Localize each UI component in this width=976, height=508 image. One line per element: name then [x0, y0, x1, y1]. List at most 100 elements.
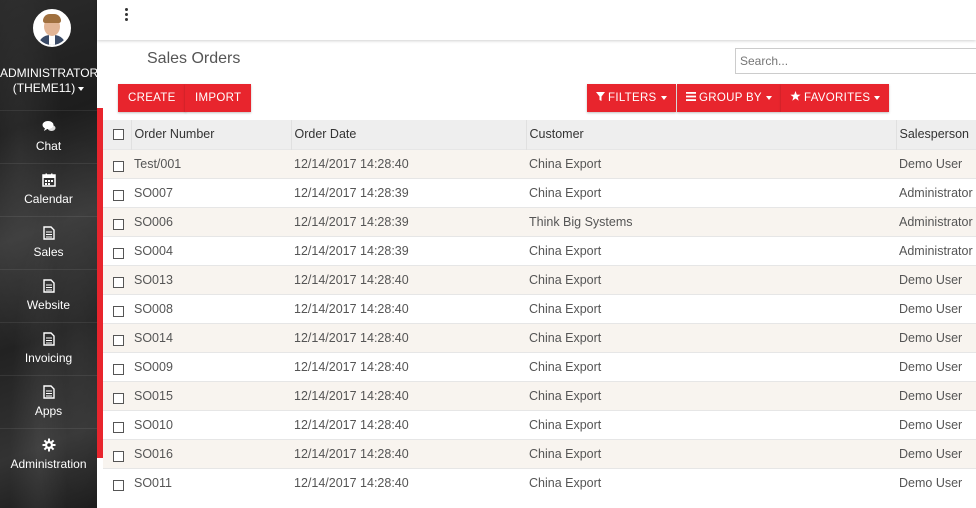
order-number-cell: SO008: [134, 301, 173, 316]
order-number-cell: SO010: [134, 417, 173, 432]
table-row[interactable]: SO014 12/14/2017 14:28:40 China Export Demo…: [103, 323, 976, 352]
row-checkbox[interactable]: [113, 277, 124, 288]
document-icon: [0, 226, 97, 244]
sidebar-item-apps[interactable]: Apps: [0, 375, 97, 427]
table-row[interactable]: Test/001 12/14/2017 14:28:40 China Export D…: [103, 149, 976, 178]
order-number-cell: SO015: [134, 388, 173, 403]
column-header-salesperson[interactable]: Salesperson: [895, 120, 976, 149]
row-select-cell: [103, 149, 131, 178]
row-select-cell: [103, 294, 131, 323]
customer-cell: China Export: [529, 330, 602, 345]
customer-cell: China Export: [529, 185, 602, 200]
top-bar: [97, 0, 976, 40]
row-select-cell: [103, 323, 131, 352]
customer-cell: China Export: [529, 301, 602, 316]
sidebar-item-label: Administration: [10, 457, 87, 471]
table-row[interactable]: SO009 12/14/2017 14:28:40 China Export Demo…: [103, 352, 976, 381]
sidebar-item-label: Website: [26, 298, 71, 312]
sidebar: ADMINISTRATOR (THEME11) Chat Calendar Sa…: [0, 0, 97, 508]
sidebar-item-calendar[interactable]: Calendar: [0, 163, 97, 215]
row-select-cell: [103, 207, 131, 236]
sidebar-item-administration[interactable]: Administration: [0, 428, 97, 480]
salesperson-cell: Demo User: [899, 272, 963, 287]
salesperson-cell: Demo User: [899, 446, 963, 461]
row-checkbox[interactable]: [113, 248, 124, 259]
avatar[interactable]: [33, 9, 71, 47]
row-checkbox[interactable]: [113, 451, 124, 462]
order-date-cell: 12/14/2017 14:28:40: [294, 330, 409, 345]
salesperson-cell: Demo User: [899, 388, 963, 403]
sidebar-item-website[interactable]: Website: [0, 269, 97, 321]
calendar-icon: [0, 173, 97, 191]
row-select-cell: [103, 468, 131, 497]
customer-cell: China Export: [529, 388, 602, 403]
row-checkbox[interactable]: [113, 190, 124, 201]
row-checkbox[interactable]: [113, 306, 124, 317]
column-header-order-number[interactable]: Order Number: [130, 120, 291, 149]
order-number-cell: SO007: [134, 185, 173, 200]
row-select-cell: [103, 236, 131, 265]
more-options-icon[interactable]: [123, 8, 129, 22]
row-checkbox[interactable]: [113, 422, 124, 433]
document-icon: [0, 279, 97, 297]
search-input[interactable]: [735, 48, 976, 74]
import-button[interactable]: IMPORT: [185, 84, 252, 112]
row-checkbox[interactable]: [113, 364, 124, 375]
comments-icon: [0, 120, 97, 138]
row-checkbox[interactable]: [113, 480, 124, 492]
customer-cell: China Export: [529, 156, 602, 171]
order-date-cell: 12/14/2017 14:28:40: [294, 388, 409, 403]
row-select-cell: [103, 265, 131, 294]
sidebar-item-invoicing[interactable]: Invoicing: [0, 322, 97, 374]
favorites-button[interactable]: FAVORITES: [781, 84, 890, 112]
row-checkbox[interactable]: [113, 393, 124, 404]
filters-label: FILTERS: [608, 92, 657, 105]
group-by-label: GROUP BY: [699, 92, 762, 105]
sidebar-item-label: Invoicing: [24, 351, 73, 365]
order-number-cell: Test/001: [134, 156, 182, 171]
row-checkbox[interactable]: [113, 335, 124, 346]
sidebar-item-label: Sales: [33, 245, 64, 259]
table-row[interactable]: SO011 12/14/2017 14:28:40 China Export Demo…: [103, 468, 976, 497]
column-header-customer[interactable]: Customer: [525, 120, 896, 149]
sidebar-item-label: Apps: [34, 404, 63, 418]
table-header-row: Order Number Order Date Customer Salespe…: [103, 120, 976, 149]
chevron-down-icon: [765, 96, 772, 100]
customer-cell: China Export: [529, 272, 602, 287]
chevron-down-icon: [660, 96, 667, 100]
order-date-cell: 12/14/2017 14:28:40: [294, 156, 409, 171]
select-all-cell: [103, 120, 131, 149]
select-all-checkbox[interactable]: [113, 129, 124, 141]
order-date-cell: 12/14/2017 14:28:39: [294, 243, 409, 258]
sidebar-item-chat[interactable]: Chat: [0, 110, 97, 162]
table-row[interactable]: SO006 12/14/2017 14:28:39 Think Big System…: [103, 207, 976, 236]
order-date-cell: 12/14/2017 14:28:39: [294, 214, 409, 229]
salesperson-cell: Demo User: [899, 330, 963, 345]
salesperson-cell: Demo User: [899, 359, 963, 374]
salesperson-cell: Administrator: [899, 243, 973, 258]
order-number-cell: SO006: [134, 214, 173, 229]
table-row[interactable]: SO013 12/14/2017 14:28:40 China Export Demo…: [103, 265, 976, 294]
column-header-order-date[interactable]: Order Date: [290, 120, 526, 149]
order-number-cell: SO014: [134, 330, 173, 345]
customer-cell: China Export: [529, 475, 602, 490]
row-select-cell: [103, 178, 131, 207]
row-checkbox[interactable]: [113, 161, 124, 172]
chevron-down-icon: [874, 96, 881, 100]
user-name-line1: ADMINISTRATOR: [0, 66, 97, 80]
user-profile[interactable]: ADMINISTRATOR (THEME11): [0, 0, 97, 108]
create-button[interactable]: CREATE: [118, 84, 186, 112]
order-number-cell: SO016: [134, 446, 173, 461]
user-name[interactable]: ADMINISTRATOR (THEME11): [0, 66, 97, 96]
table-row[interactable]: SO007 12/14/2017 14:28:39 China Export Admi…: [103, 178, 976, 207]
table-row[interactable]: SO008 12/14/2017 14:28:40 China Export Demo…: [103, 294, 976, 323]
table-row[interactable]: SO015 12/14/2017 14:28:40 China Export Demo…: [103, 381, 976, 410]
group-by-button[interactable]: GROUP BY: [677, 84, 781, 112]
table-row[interactable]: SO004 12/14/2017 14:28:39 China Export Admi…: [103, 236, 976, 265]
table-row[interactable]: SO016 12/14/2017 14:28:40 China Export Demo…: [103, 439, 976, 468]
row-checkbox[interactable]: [113, 219, 124, 230]
filters-button[interactable]: FILTERS: [587, 84, 676, 112]
table-row[interactable]: SO010 12/14/2017 14:28:40 China Export Demo…: [103, 410, 976, 439]
sidebar-item-sales[interactable]: Sales: [0, 216, 97, 268]
order-number-cell: SO009: [134, 359, 173, 374]
